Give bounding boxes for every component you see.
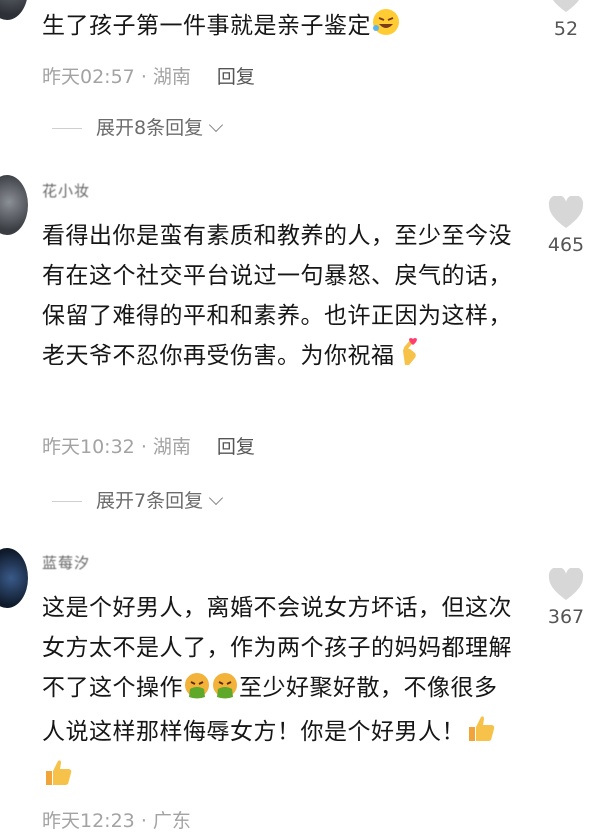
like-button[interactable]: 367 xyxy=(541,568,591,628)
avatar[interactable] xyxy=(0,548,28,608)
heart-icon xyxy=(548,196,584,228)
divider xyxy=(52,128,82,129)
thumbs-up-emoji xyxy=(465,713,497,756)
vomiting-face-emoji xyxy=(211,671,239,712)
username[interactable]: 花小妆 xyxy=(42,180,90,201)
comment-text: 这是个好男人，离婚不会说女方坏话，但这次女方太不是人了，作为两个孩子的妈妈都理解… xyxy=(42,588,512,800)
avatar[interactable] xyxy=(0,175,28,235)
comment-text: 生了孩子第一件事就是亲子鉴定 xyxy=(42,6,512,50)
chevron-down-icon xyxy=(209,117,224,133)
like-count: 52 xyxy=(553,18,579,40)
like-count: 465 xyxy=(547,234,585,256)
expand-replies-button[interactable]: 展开7条回复 xyxy=(52,486,224,513)
expand-replies-button[interactable]: 展开8条回复 xyxy=(52,113,224,140)
comment-meta: 昨天12:23 · 广东 xyxy=(42,810,191,832)
reply-button[interactable]: 回复 xyxy=(217,66,255,88)
comment-text: 看得出你是蛮有素质和教养的人，至少至今没有在这个社交平台说过一句暴怒、戾气的话，… xyxy=(42,216,512,380)
like-button[interactable]: 52 xyxy=(541,0,591,40)
username[interactable]: 蓝莓汐 xyxy=(42,552,90,573)
heart-icon xyxy=(553,0,579,12)
heart-icon xyxy=(548,568,584,600)
reply-button[interactable]: 回复 xyxy=(217,436,255,458)
avatar[interactable] xyxy=(0,0,28,20)
vomiting-face-emoji xyxy=(183,671,211,712)
thumbs-up-emoji xyxy=(42,757,74,800)
comment-meta: 昨天02:57 · 湖南 回复 xyxy=(42,66,255,88)
chevron-down-icon xyxy=(209,490,224,506)
like-count: 367 xyxy=(547,606,585,628)
rolling-laughing-emoji xyxy=(371,7,401,50)
divider xyxy=(52,501,82,502)
like-button[interactable]: 465 xyxy=(541,196,591,256)
comment-meta: 昨天10:32 · 湖南 回复 xyxy=(42,436,255,458)
finger-heart-emoji xyxy=(395,337,423,380)
